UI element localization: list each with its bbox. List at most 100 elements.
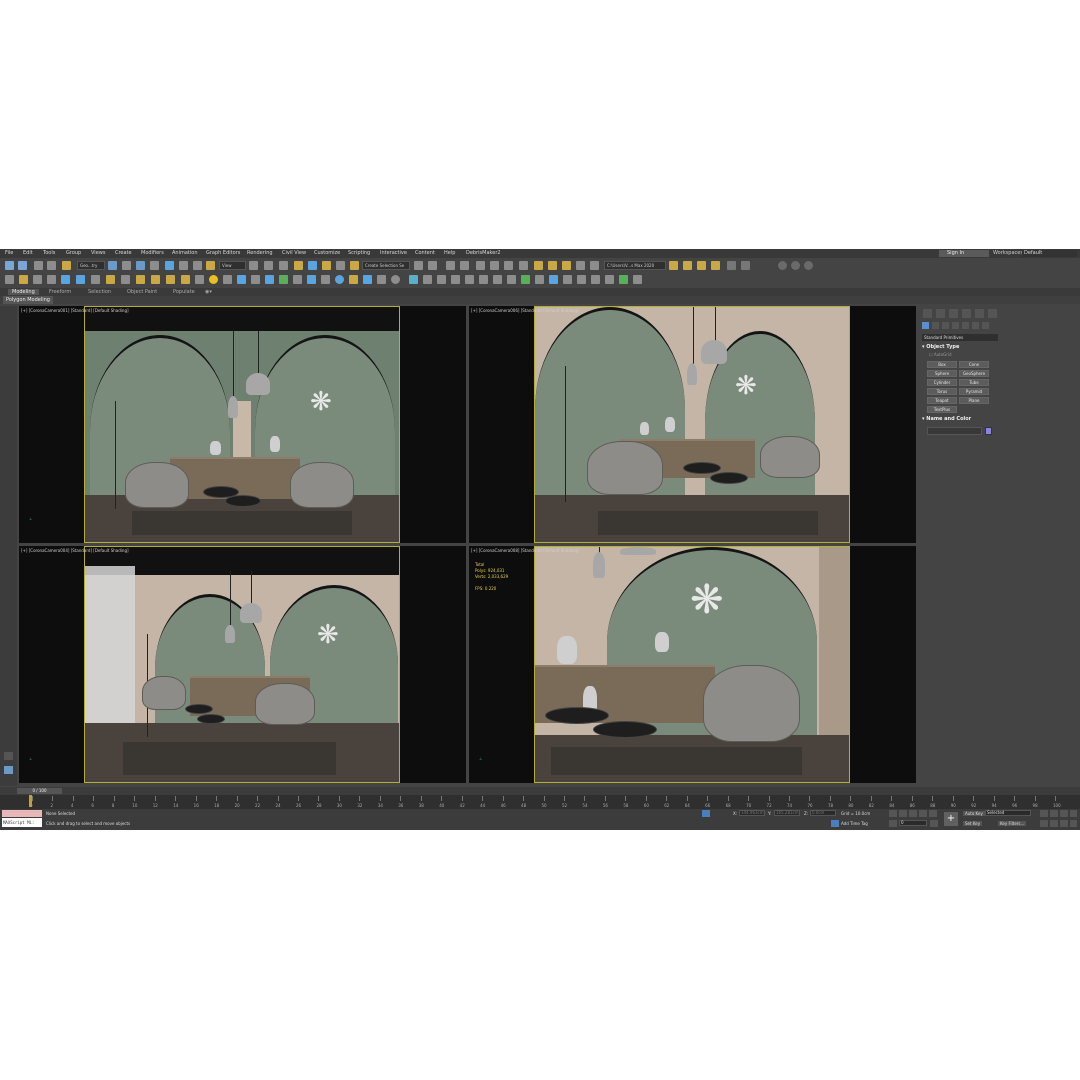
plugin-tool-8-icon[interactable] (106, 275, 115, 284)
viewport-label[interactable]: [+] [CoronaCamera006] [Standard] [Defaul… (471, 308, 579, 313)
plugin-tool-4-icon[interactable] (47, 275, 56, 284)
unlink-icon[interactable] (47, 261, 56, 270)
pan-view-icon[interactable] (1050, 820, 1058, 827)
zoom-all-icon[interactable] (1050, 810, 1058, 817)
menu-views[interactable]: Views (91, 250, 105, 256)
teapot-button[interactable]: Teapot (927, 397, 957, 404)
maximize-viewport-icon[interactable] (1070, 820, 1077, 827)
menu-animation[interactable]: Animation (172, 250, 198, 256)
archive-icon[interactable] (711, 261, 720, 270)
plugin-tool-40-icon[interactable] (605, 275, 614, 284)
ribbon-tab-freeform[interactable]: Freeform (49, 289, 71, 295)
window-crossing-icon[interactable] (150, 261, 159, 270)
sun-light-icon[interactable] (209, 275, 218, 284)
timeline-track[interactable]: 0246810121416182022242628303234363840424… (0, 795, 1080, 809)
plugin-tool-41-icon[interactable] (619, 275, 628, 284)
zoom-extents-icon[interactable] (1060, 810, 1068, 817)
viewport-corona-camera-004[interactable]: [+] [CoronaCamera004] [Standard] [Defaul… (19, 546, 466, 783)
tube-button[interactable]: Tube (959, 379, 989, 386)
sign-in-button[interactable]: Sign In (939, 250, 989, 257)
x-coord-field[interactable]: 144.963cm (739, 810, 765, 816)
plugin-tool-42-icon[interactable] (633, 275, 642, 284)
align-icon[interactable] (428, 261, 437, 270)
menu-debrismaker2[interactable]: DebrisMaker2 (466, 250, 501, 256)
plane-button[interactable]: Plane (959, 397, 989, 404)
utilities-tab-icon[interactable] (988, 309, 997, 318)
plugin-tool-12-icon[interactable] (166, 275, 175, 284)
spinner-snap-icon[interactable] (336, 261, 345, 270)
extra-tool-2-icon[interactable] (741, 261, 750, 270)
shapes-icon[interactable] (932, 322, 939, 329)
plugin-tool-5-icon[interactable] (61, 275, 70, 284)
plugin-tool-32-icon[interactable] (493, 275, 502, 284)
undo-icon[interactable] (5, 261, 14, 270)
plugin-tool-28-icon[interactable] (437, 275, 446, 284)
open-folder-icon[interactable] (683, 261, 692, 270)
edit-named-selection-icon[interactable] (350, 261, 359, 270)
hierarchy-tab-icon[interactable] (949, 309, 958, 318)
pyramid-button[interactable]: Pyramid (959, 388, 989, 395)
render-cloud-icon[interactable] (576, 261, 585, 270)
viewport-label[interactable]: [+] [CoronaCamera001] [Standard] [Defaul… (21, 308, 129, 313)
plugin-tool-22-icon[interactable] (321, 275, 330, 284)
lights-icon[interactable] (942, 322, 949, 329)
object-type-rollout[interactable]: ▾ Object Type (922, 344, 995, 350)
plugin-tool-31-icon[interactable] (479, 275, 488, 284)
plugin-tool-13-icon[interactable] (181, 275, 190, 284)
geometry-category-dropdown[interactable]: Standard Primitives (922, 334, 998, 341)
next-frame-icon[interactable] (919, 810, 927, 817)
field-of-view-icon[interactable] (1040, 820, 1048, 827)
help-icon[interactable] (391, 275, 400, 284)
graphite-toolbar-icon[interactable] (476, 261, 485, 270)
maxscript-listener-output[interactable] (2, 810, 42, 817)
menu-content[interactable]: Content (415, 250, 435, 256)
plugin-tool-38-icon[interactable] (577, 275, 586, 284)
plugin-tool-11-icon[interactable] (151, 275, 160, 284)
menu-civil-view[interactable]: Civil View (282, 250, 306, 256)
ribbon-tab-selection[interactable]: Selection (88, 289, 111, 295)
menu-create[interactable]: Create (115, 250, 132, 256)
project-folder-dropdown[interactable]: C:\Users\V...s Max 2020 (604, 261, 666, 270)
helpers-icon[interactable] (962, 322, 969, 329)
key-mode-dropdown[interactable]: Selected (985, 810, 1031, 816)
plugin-tool-36-icon[interactable] (549, 275, 558, 284)
material-editor-icon[interactable] (519, 261, 528, 270)
select-and-place-icon[interactable] (206, 261, 215, 270)
isolate-selection-icon[interactable] (702, 810, 710, 817)
time-configuration-icon[interactable] (930, 820, 938, 827)
viewport-corona-camera-006[interactable]: [+] [CoronaCamera006] [Standard] [Defaul… (469, 306, 916, 543)
set-key-button[interactable]: Set Key (963, 821, 983, 826)
z-coord-field[interactable]: 0.0cm (810, 810, 836, 816)
plugin-tool-27-icon[interactable] (423, 275, 432, 284)
set-key-big-icon[interactable]: + (944, 812, 958, 826)
plugin-tool-14-icon[interactable] (195, 275, 204, 284)
go-to-end-icon[interactable] (929, 810, 937, 817)
systems-icon[interactable] (982, 322, 989, 329)
motion-tab-icon[interactable] (962, 309, 971, 318)
timeline-cursor[interactable] (29, 795, 32, 807)
corona-ipr-icon[interactable] (791, 261, 800, 270)
plugin-tool-39-icon[interactable] (591, 275, 600, 284)
geosphere-button[interactable]: GeoSphere (959, 370, 989, 377)
menu-help[interactable]: Help (444, 250, 455, 256)
a360-gallery-icon[interactable] (590, 261, 599, 270)
plugin-tool-33-icon[interactable] (507, 275, 516, 284)
object-color-swatch[interactable] (985, 427, 992, 435)
key-mode-icon[interactable] (889, 820, 897, 827)
plugin-tool-2-icon[interactable] (19, 275, 28, 284)
current-frame-field[interactable]: 0 (899, 820, 927, 826)
scene-explorer-icon[interactable] (446, 261, 455, 270)
menu-rendering[interactable]: Rendering (247, 250, 273, 256)
viewport-label[interactable]: [+] [CoronaCamera004] [Standard] [Defaul… (21, 548, 129, 553)
space-warps-icon[interactable] (972, 322, 979, 329)
plugin-tool-21-icon[interactable] (307, 275, 316, 284)
plugin-tool-17-icon[interactable] (251, 275, 260, 284)
corona-render-icon[interactable] (778, 261, 787, 270)
schematic-view-icon[interactable] (504, 261, 513, 270)
plugin-tool-35-icon[interactable] (535, 275, 544, 284)
cylinder-button[interactable]: Cylinder (927, 379, 957, 386)
ribbon-tab-modeling[interactable]: Modeling (8, 289, 39, 295)
time-tag-icon[interactable] (831, 820, 839, 827)
viewport-corona-camera-008[interactable]: [+] [CoronaCamera008] [Standard] [Defaul… (469, 546, 916, 783)
torus-button[interactable]: Torus (927, 388, 957, 395)
